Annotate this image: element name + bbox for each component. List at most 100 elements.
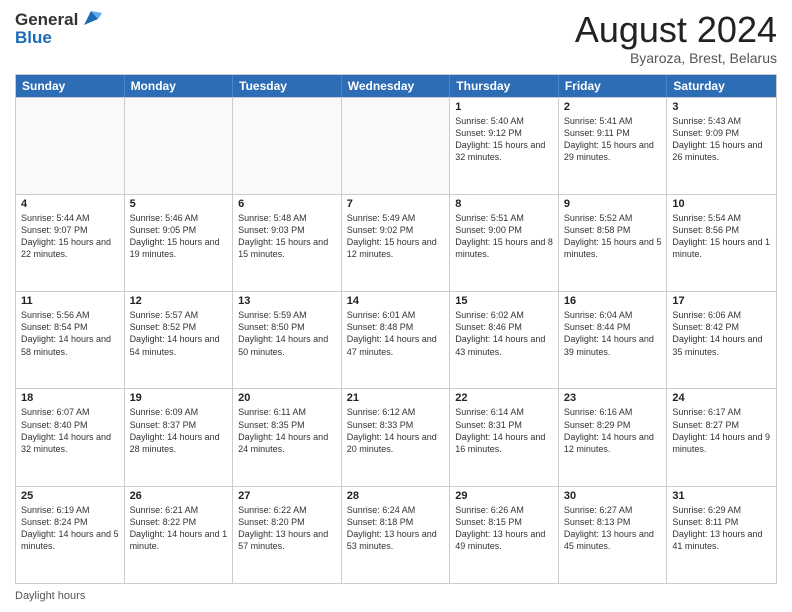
table-row: 11Sunrise: 5:56 AM Sunset: 8:54 PM Dayli… [16, 292, 125, 388]
day-number: 8 [455, 198, 553, 210]
cell-info: Sunrise: 5:51 AM Sunset: 9:00 PM Dayligh… [455, 212, 553, 261]
cell-info: Sunrise: 6:17 AM Sunset: 8:27 PM Dayligh… [672, 406, 771, 455]
day-number: 19 [130, 392, 228, 404]
table-row: 19 Sunrise: 6:09 AM Sunset: 8:37 PM Dayli… [125, 389, 234, 485]
day-number: 18 [21, 392, 119, 404]
table-row: 10Sunrise: 5:54 AM Sunset: 8:56 PM Dayli… [667, 195, 776, 291]
footer: Daylight hours [15, 590, 777, 602]
calendar: SundayMondayTuesdayWednesdayThursdayFrid… [15, 74, 777, 584]
table-row: 27Sunrise: 6:22 AM Sunset: 8:20 PM Dayli… [233, 487, 342, 583]
cell-info: Sunrise: 6:27 AM Sunset: 8:13 PM Dayligh… [564, 504, 662, 553]
day-number: 14 [347, 295, 445, 307]
cell-info: Sunrise: 6:11 AM Sunset: 8:35 PM Dayligh… [238, 406, 336, 455]
cal-week-1: 1 Sunrise: 5:40 AM Sunset: 9:12 PM Daylig… [16, 97, 776, 194]
table-row: 17 Sunrise: 6:06 AM Sunset: 8:42 PM Dayli… [667, 292, 776, 388]
table-row: 30 Sunrise: 6:27 AM Sunset: 8:13 PM Dayli… [559, 487, 668, 583]
table-row: 21 Sunrise: 6:12 AM Sunset: 8:33 PM Dayli… [342, 389, 451, 485]
daylight-label: Daylight hours [15, 590, 85, 602]
cell-info: Sunrise: 5:52 AM Sunset: 8:58 PM Dayligh… [564, 212, 662, 261]
month-year: August 2024 [575, 10, 777, 50]
cal-week-5: 25 Sunrise: 6:19 AM Sunset: 8:24 PM Dayli… [16, 486, 776, 583]
logo-icon [80, 7, 102, 29]
cal-header-monday: Monday [125, 75, 234, 97]
calendar-body: 1 Sunrise: 5:40 AM Sunset: 9:12 PM Daylig… [16, 97, 776, 583]
day-number: 23 [564, 392, 662, 404]
cal-week-4: 18Sunrise: 6:07 AM Sunset: 8:40 PM Dayli… [16, 388, 776, 485]
cal-header-wednesday: Wednesday [342, 75, 451, 97]
table-row: 26Sunrise: 6:21 AM Sunset: 8:22 PM Dayli… [125, 487, 234, 583]
day-number: 21 [347, 392, 445, 404]
table-row: 23Sunrise: 6:16 AM Sunset: 8:29 PM Dayli… [559, 389, 668, 485]
table-row: 2Sunrise: 5:41 AM Sunset: 9:11 PM Daylig… [559, 98, 668, 194]
cal-week-3: 11Sunrise: 5:56 AM Sunset: 8:54 PM Dayli… [16, 291, 776, 388]
header: General Blue August 2024 Byaroza, Brest,… [15, 10, 777, 66]
table-row: 12Sunrise: 5:57 AM Sunset: 8:52 PM Dayli… [125, 292, 234, 388]
day-number: 7 [347, 198, 445, 210]
day-number: 22 [455, 392, 553, 404]
cal-header-saturday: Saturday [667, 75, 776, 97]
table-row: 3Sunrise: 5:43 AM Sunset: 9:09 PM Daylig… [667, 98, 776, 194]
table-row: 14Sunrise: 6:01 AM Sunset: 8:48 PM Dayli… [342, 292, 451, 388]
cell-info: Sunrise: 6:26 AM Sunset: 8:15 PM Dayligh… [455, 504, 553, 553]
table-row [16, 98, 125, 194]
table-row: 5 Sunrise: 5:46 AM Sunset: 9:05 PM Daylig… [125, 195, 234, 291]
day-number: 25 [21, 490, 119, 502]
day-number: 3 [672, 101, 771, 113]
day-number: 30 [564, 490, 662, 502]
cell-info: Sunrise: 6:19 AM Sunset: 8:24 PM Dayligh… [21, 504, 119, 553]
cell-info: Sunrise: 5:46 AM Sunset: 9:05 PM Dayligh… [130, 212, 228, 261]
cell-info: Sunrise: 6:12 AM Sunset: 8:33 PM Dayligh… [347, 406, 445, 455]
table-row: 20 Sunrise: 6:11 AM Sunset: 8:35 PM Dayli… [233, 389, 342, 485]
day-number: 6 [238, 198, 336, 210]
page: General Blue August 2024 Byaroza, Brest,… [0, 0, 792, 612]
table-row: 31Sunrise: 6:29 AM Sunset: 8:11 PM Dayli… [667, 487, 776, 583]
day-number: 31 [672, 490, 771, 502]
day-number: 20 [238, 392, 336, 404]
table-row: 13Sunrise: 5:59 AM Sunset: 8:50 PM Dayli… [233, 292, 342, 388]
cell-info: Sunrise: 5:44 AM Sunset: 9:07 PM Dayligh… [21, 212, 119, 261]
table-row: 8 Sunrise: 5:51 AM Sunset: 9:00 PM Daylig… [450, 195, 559, 291]
cell-info: Sunrise: 6:02 AM Sunset: 8:46 PM Dayligh… [455, 309, 553, 358]
table-row [125, 98, 234, 194]
day-number: 9 [564, 198, 662, 210]
cell-info: Sunrise: 6:09 AM Sunset: 8:37 PM Dayligh… [130, 406, 228, 455]
table-row: 28 Sunrise: 6:24 AM Sunset: 8:18 PM Dayli… [342, 487, 451, 583]
cell-info: Sunrise: 6:22 AM Sunset: 8:20 PM Dayligh… [238, 504, 336, 553]
table-row: 7 Sunrise: 5:49 AM Sunset: 9:02 PM Daylig… [342, 195, 451, 291]
cell-info: Sunrise: 6:24 AM Sunset: 8:18 PM Dayligh… [347, 504, 445, 553]
day-number: 4 [21, 198, 119, 210]
cal-header-thursday: Thursday [450, 75, 559, 97]
cell-info: Sunrise: 5:40 AM Sunset: 9:12 PM Dayligh… [455, 115, 553, 164]
cal-header-tuesday: Tuesday [233, 75, 342, 97]
table-row: 24 Sunrise: 6:17 AM Sunset: 8:27 PM Dayli… [667, 389, 776, 485]
table-row [342, 98, 451, 194]
day-number: 11 [21, 295, 119, 307]
cal-week-2: 4 Sunrise: 5:44 AM Sunset: 9:07 PM Daylig… [16, 194, 776, 291]
day-number: 26 [130, 490, 228, 502]
table-row: 9 Sunrise: 5:52 AM Sunset: 8:58 PM Daylig… [559, 195, 668, 291]
cell-info: Sunrise: 5:41 AM Sunset: 9:11 PM Dayligh… [564, 115, 662, 164]
logo-general-text: General [15, 10, 78, 30]
table-row: 16Sunrise: 6:04 AM Sunset: 8:44 PM Dayli… [559, 292, 668, 388]
day-number: 12 [130, 295, 228, 307]
title-block: August 2024 Byaroza, Brest, Belarus [575, 10, 777, 66]
day-number: 1 [455, 101, 553, 113]
cell-info: Sunrise: 5:59 AM Sunset: 8:50 PM Dayligh… [238, 309, 336, 358]
logo: General Blue [15, 10, 102, 48]
cell-info: Sunrise: 6:04 AM Sunset: 8:44 PM Dayligh… [564, 309, 662, 358]
cell-info: Sunrise: 5:49 AM Sunset: 9:02 PM Dayligh… [347, 212, 445, 261]
day-number: 17 [672, 295, 771, 307]
logo-blue-text: Blue [15, 28, 102, 48]
day-number: 15 [455, 295, 553, 307]
table-row: 18Sunrise: 6:07 AM Sunset: 8:40 PM Dayli… [16, 389, 125, 485]
day-number: 5 [130, 198, 228, 210]
table-row: 6Sunrise: 5:48 AM Sunset: 9:03 PM Daylig… [233, 195, 342, 291]
day-number: 24 [672, 392, 771, 404]
cell-info: Sunrise: 6:06 AM Sunset: 8:42 PM Dayligh… [672, 309, 771, 358]
day-number: 28 [347, 490, 445, 502]
day-number: 10 [672, 198, 771, 210]
day-number: 29 [455, 490, 553, 502]
table-row [233, 98, 342, 194]
cal-header-friday: Friday [559, 75, 668, 97]
cell-info: Sunrise: 6:14 AM Sunset: 8:31 PM Dayligh… [455, 406, 553, 455]
